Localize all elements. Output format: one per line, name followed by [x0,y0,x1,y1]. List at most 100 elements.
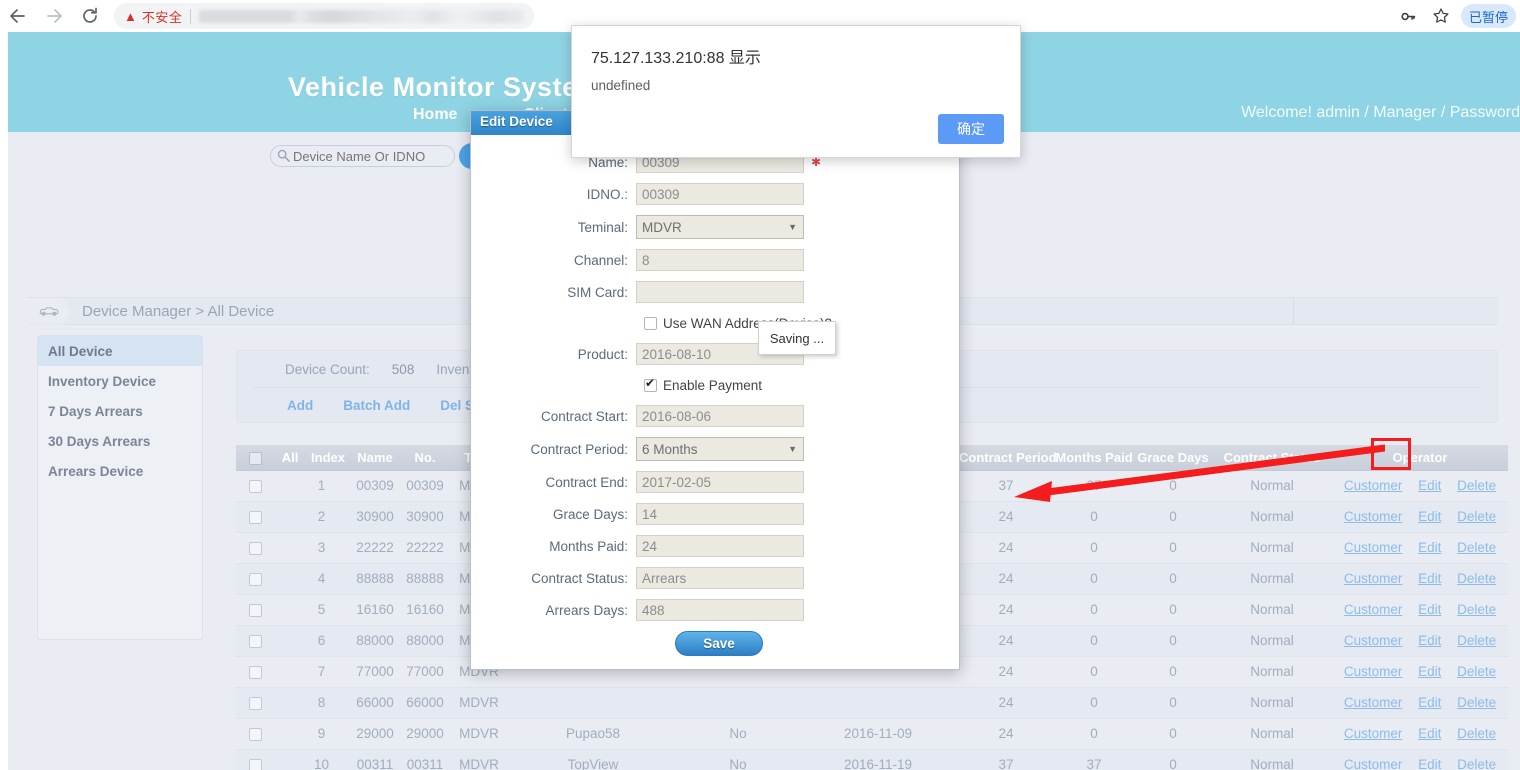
row-name[interactable]: 29000 [350,718,400,750]
row-checkbox-cell[interactable] [236,594,274,626]
batch-add-button[interactable]: Batch Add [343,398,410,413]
row-customer[interactable]: TopView [508,749,678,770]
row-delete-link[interactable]: Delete [1457,757,1496,770]
search-input[interactable] [270,145,455,167]
save-button[interactable]: Save [675,631,763,656]
row-no[interactable]: 66000 [400,687,450,719]
row-customer-link[interactable]: Customer [1344,633,1403,648]
row-checkbox-cell[interactable] [236,656,274,688]
row-checkbox[interactable] [248,479,262,493]
row-customer-link[interactable]: Customer [1344,478,1403,493]
row-edit-link[interactable]: Edit [1418,695,1441,710]
sidebar-item-all-device[interactable]: All Device [38,336,202,366]
row-checkbox[interactable] [248,510,262,524]
address-bar[interactable]: ▲ 不安全 [114,3,534,29]
row-no[interactable]: 30900 [400,501,450,533]
teminal-select[interactable]: MDVR ▼ [636,215,804,239]
sidebar-item-arrears-device[interactable]: Arrears Device [38,456,202,486]
contract-end-input[interactable] [636,471,804,493]
row-no[interactable]: 77000 [400,656,450,688]
enable-payment-checkbox[interactable] [644,376,657,392]
channel-input[interactable] [636,249,804,271]
row-checkbox-cell[interactable] [236,470,274,502]
reload-icon[interactable] [72,0,108,32]
forward-arrow-icon[interactable] [36,0,72,32]
row-checkbox-cell[interactable] [236,501,274,533]
row-edit-link[interactable]: Edit [1418,757,1441,770]
sidebar-item-30-days-arrears[interactable]: 30 Days Arrears [38,426,202,456]
row-no[interactable]: 00309 [400,470,450,502]
row-name[interactable]: 00311 [350,749,400,770]
row-checkbox-cell[interactable] [236,625,274,657]
row-checkbox-cell[interactable] [236,687,274,719]
row-customer-link[interactable]: Customer [1344,757,1403,770]
row-checkbox[interactable] [248,665,262,679]
row-checkbox-cell[interactable] [236,718,274,750]
row-checkbox[interactable] [248,634,262,648]
row-checkbox[interactable] [248,541,262,555]
back-arrow-icon[interactable] [0,0,36,32]
row-customer-link[interactable]: Customer [1344,571,1403,586]
car-icon[interactable] [28,297,70,325]
row-delete-link[interactable]: Delete [1457,695,1496,710]
row-edit-link[interactable]: Edit [1418,478,1441,493]
row-no[interactable]: 00311 [400,749,450,770]
grace-days-input[interactable] [636,503,804,525]
row-edit-link[interactable]: Edit [1418,509,1441,524]
contract-status-input[interactable] [636,567,804,589]
row-customer[interactable]: Pupao58 [508,718,678,750]
row-name[interactable]: 22222 [350,532,400,564]
row-checkbox-cell[interactable] [236,749,274,770]
row-name[interactable]: 88000 [350,625,400,657]
use-wan-address-checkbox[interactable] [644,316,657,330]
star-icon[interactable] [1426,1,1456,31]
row-checkbox[interactable] [248,727,262,741]
sim-card-input[interactable] [636,281,804,303]
row-edit-link[interactable]: Edit [1418,664,1441,679]
row-customer-link[interactable]: Customer [1344,695,1403,710]
row-name[interactable]: 77000 [350,656,400,688]
arrears-days-input[interactable] [636,599,804,621]
table-row[interactable]: 9 29000 29000 MDVR Pupao58 No 2016-11-09… [236,718,1508,750]
months-paid-input[interactable] [636,535,804,557]
row-name[interactable]: 16160 [350,594,400,626]
row-delete-link[interactable]: Delete [1457,478,1496,493]
extension-paused-badge[interactable]: 已暂停 [1460,4,1516,28]
row-edit-link[interactable]: Edit [1418,571,1441,586]
row-delete-link[interactable]: Delete [1457,726,1496,741]
sidebar-item-inventory-device[interactable]: Inventory Device [38,366,202,396]
row-name[interactable]: 66000 [350,687,400,719]
row-no[interactable]: 88000 [400,625,450,657]
row-delete-link[interactable]: Delete [1457,602,1496,617]
row-no[interactable]: 88888 [400,563,450,595]
row-delete-link[interactable]: Delete [1457,664,1496,679]
row-edit-link[interactable]: Edit [1418,633,1441,648]
row-edit-link[interactable]: Edit [1418,602,1441,617]
row-no[interactable]: 29000 [400,718,450,750]
row-checkbox-cell[interactable] [236,532,274,564]
row-no[interactable]: 22222 [400,532,450,564]
table-row[interactable]: 10 00311 00311 MDVR TopView No 2016-11-1… [236,749,1508,770]
row-checkbox[interactable] [248,572,262,586]
contract-period-select[interactable]: 6 Months ▼ [636,437,804,461]
contract-start-input[interactable] [636,405,804,427]
sidebar-item-7-days-arrears[interactable]: 7 Days Arrears [38,396,202,426]
row-checkbox-cell[interactable] [236,563,274,595]
row-customer-link[interactable]: Customer [1344,726,1403,741]
row-no[interactable]: 16160 [400,594,450,626]
row-checkbox[interactable] [248,603,262,617]
row-delete-link[interactable]: Delete [1457,509,1496,524]
row-delete-link[interactable]: Delete [1457,540,1496,555]
row-delete-link[interactable]: Delete [1457,633,1496,648]
row-delete-link[interactable]: Delete [1457,571,1496,586]
row-name[interactable]: 00309 [350,470,400,502]
row-customer-link[interactable]: Customer [1344,509,1403,524]
row-edit-link[interactable]: Edit [1418,540,1441,555]
row-customer-link[interactable]: Customer [1344,602,1403,617]
row-customer[interactable] [508,687,678,719]
row-edit-link[interactable]: Edit [1418,726,1441,741]
row-customer-link[interactable]: Customer [1344,664,1403,679]
row-name[interactable]: 88888 [350,563,400,595]
row-name[interactable]: 30900 [350,501,400,533]
th-select-all[interactable] [236,445,274,471]
